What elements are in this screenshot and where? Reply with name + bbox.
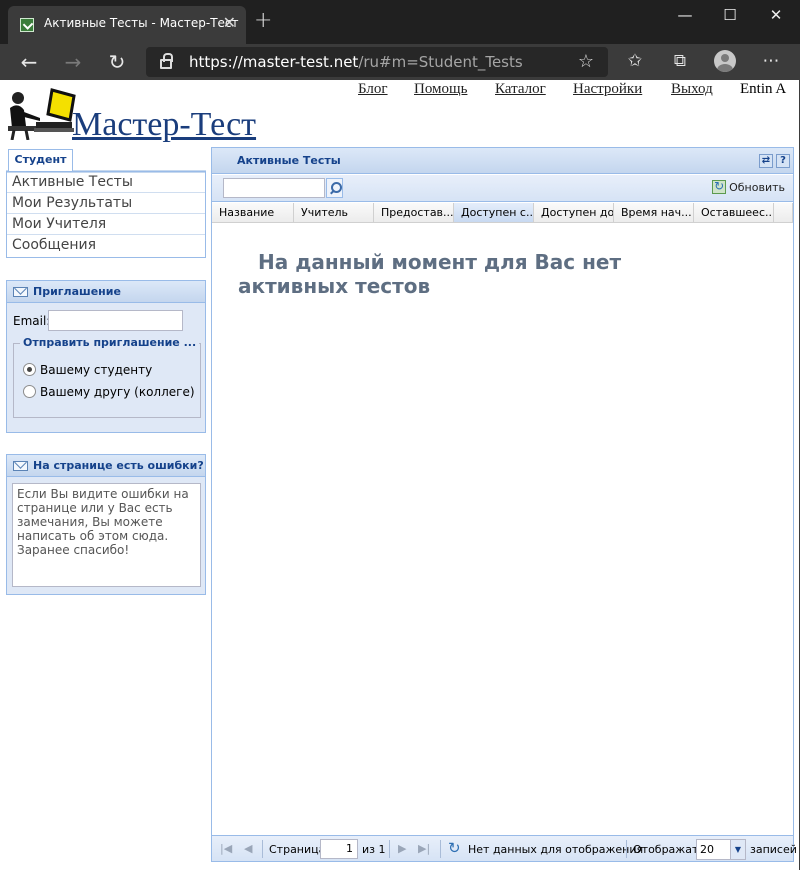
show-label: Отображать (633, 843, 705, 856)
minimize-icon[interactable]: — (670, 6, 700, 24)
page-size-select[interactable]: 20 ▼ (696, 839, 746, 860)
feedback-panel-header: На странице есть ошибки? (7, 455, 205, 477)
nav-settings[interactable]: Настройки (573, 81, 642, 98)
page-count: из 1 (362, 843, 386, 856)
column-header-name[interactable]: Название (212, 203, 294, 223)
profile-avatar[interactable] (714, 50, 736, 72)
send-invite-fieldset: Отправить приглашение ... Вашему студент… (13, 336, 201, 418)
separator (389, 840, 390, 858)
browser-titlebar: Активные Тесты - Мастер-Тест ✕ + — ☐ ✕ (0, 0, 800, 44)
email-label: Email: (13, 314, 51, 328)
nav-logout[interactable]: Выход (671, 81, 713, 98)
tab-title: Активные Тесты - Мастер-Тест (44, 16, 239, 30)
nav-help[interactable]: Помощь (414, 81, 467, 98)
separator (626, 840, 627, 858)
separator (440, 840, 441, 858)
favorite-star-icon[interactable]: ☆ (578, 51, 594, 72)
maximize-icon[interactable]: ☐ (715, 6, 745, 24)
empty-message: На данный момент для Вас нет активных те… (238, 250, 622, 298)
records-label: записей (750, 843, 797, 856)
lock-icon (160, 53, 173, 69)
column-header-provided[interactable]: Предостав... (374, 203, 454, 223)
page: Мастер-Тест Блог Помощь Каталог Настройк… (0, 80, 800, 870)
search-icon[interactable] (326, 178, 343, 198)
radio-friend[interactable]: Вашему другу (коллеге) (23, 385, 195, 399)
feedback-panel: На странице есть ошибки? Если Вы видите … (6, 454, 206, 595)
column-header-teacher[interactable]: Учитель (294, 203, 374, 223)
no-data-text: Нет данных для отображения (468, 843, 644, 856)
feedback-title: На странице есть ошибки? (33, 459, 204, 472)
back-icon[interactable]: ← (15, 50, 43, 74)
user-name: Entin A (740, 81, 787, 97)
menu-item-my-teachers[interactable]: Мои Учителя (7, 214, 205, 235)
email-field[interactable] (48, 310, 183, 331)
refresh-panel-icon[interactable]: ⇄ (759, 154, 773, 168)
grid-header: Активные Тесты ⇄ ? (212, 148, 793, 174)
column-header-start-time[interactable]: Время нач... (614, 203, 694, 223)
next-page-icon[interactable]: ▶ (398, 842, 406, 855)
column-header-available-from[interactable]: Доступен с... (454, 203, 534, 223)
separator (262, 840, 263, 858)
column-header-remaining[interactable]: Оставшеес... (694, 203, 774, 223)
browser-tab[interactable]: Активные Тесты - Мастер-Тест ✕ (8, 6, 246, 44)
radio-selected-icon[interactable] (23, 363, 36, 376)
radio-empty-icon[interactable] (23, 385, 36, 398)
refresh-button[interactable]: Обновить (712, 179, 785, 194)
help-icon[interactable]: ? (776, 154, 790, 168)
prev-page-icon[interactable]: ◀ (244, 842, 252, 855)
invite-panel-header: Приглашение (7, 281, 205, 303)
forward-icon[interactable]: → (59, 50, 87, 74)
menu-item-active-tests[interactable]: Активные Тесты (7, 172, 205, 193)
send-invite-legend: Отправить приглашение ... (20, 336, 200, 349)
refresh-icon (712, 179, 727, 194)
invite-panel: Приглашение Email: Отправить приглашение… (6, 280, 206, 433)
browser-toolbar: ← → ↻ https://master-test.net/ru#m=Stude… (0, 44, 800, 80)
column-header-available-until[interactable]: Доступен до (534, 203, 614, 223)
grid-title: Активные Тесты (237, 154, 341, 167)
first-page-icon[interactable]: |◀ (220, 842, 232, 855)
collections-icon[interactable]: ⧉ (666, 51, 694, 71)
grid-toolbar: Обновить (212, 175, 793, 202)
reload-grid-icon[interactable]: ↻ (448, 841, 463, 856)
menu-item-my-results[interactable]: Мои Результаты (7, 193, 205, 214)
search-input[interactable] (223, 178, 325, 198)
address-bar[interactable]: https://master-test.net/ru#m=Student_Tes… (146, 47, 608, 77)
active-tests-grid: Активные Тесты ⇄ ? Обновить Название Учи… (211, 147, 797, 862)
tab-student[interactable]: Студент (8, 149, 73, 171)
page-label: Страница (269, 843, 326, 856)
more-menu-icon[interactable]: ⋯ (757, 51, 785, 71)
invite-title: Приглашение (33, 285, 121, 298)
envelope-icon (13, 461, 28, 471)
menu-item-messages[interactable]: Сообщения (7, 235, 205, 256)
close-tab-icon[interactable]: ✕ (223, 13, 236, 32)
student-menu: Активные Тесты Мои Результаты Мои Учител… (6, 171, 206, 258)
chevron-down-icon[interactable]: ▼ (730, 840, 745, 859)
site-logo[interactable]: Мастер-Тест (72, 106, 256, 144)
nav-catalog[interactable]: Каталог (495, 81, 546, 98)
envelope-icon (13, 287, 28, 297)
close-window-icon[interactable]: ✕ (761, 6, 791, 24)
logo-computer-user-icon (8, 88, 76, 140)
feedback-textarea[interactable]: Если Вы видите ошибки на странице или у … (12, 483, 201, 587)
page-number-input[interactable]: 1 (320, 839, 358, 859)
site-favicon-icon (20, 18, 34, 32)
paging-toolbar: |◀ ◀ Страница 1 из 1 ▶ ▶| ↻ Нет данных д… (212, 835, 797, 861)
last-page-icon[interactable]: ▶| (418, 842, 430, 855)
reload-icon[interactable]: ↻ (103, 50, 131, 74)
column-header-filler (774, 203, 793, 223)
favorites-icon[interactable]: ✩ (621, 51, 649, 71)
url-text[interactable]: https://master-test.net/ru#m=Student_Tes… (189, 53, 523, 71)
radio-student[interactable]: Вашему студенту (23, 363, 152, 377)
new-tab-icon[interactable]: + (254, 8, 272, 33)
nav-blog[interactable]: Блог (358, 81, 388, 98)
